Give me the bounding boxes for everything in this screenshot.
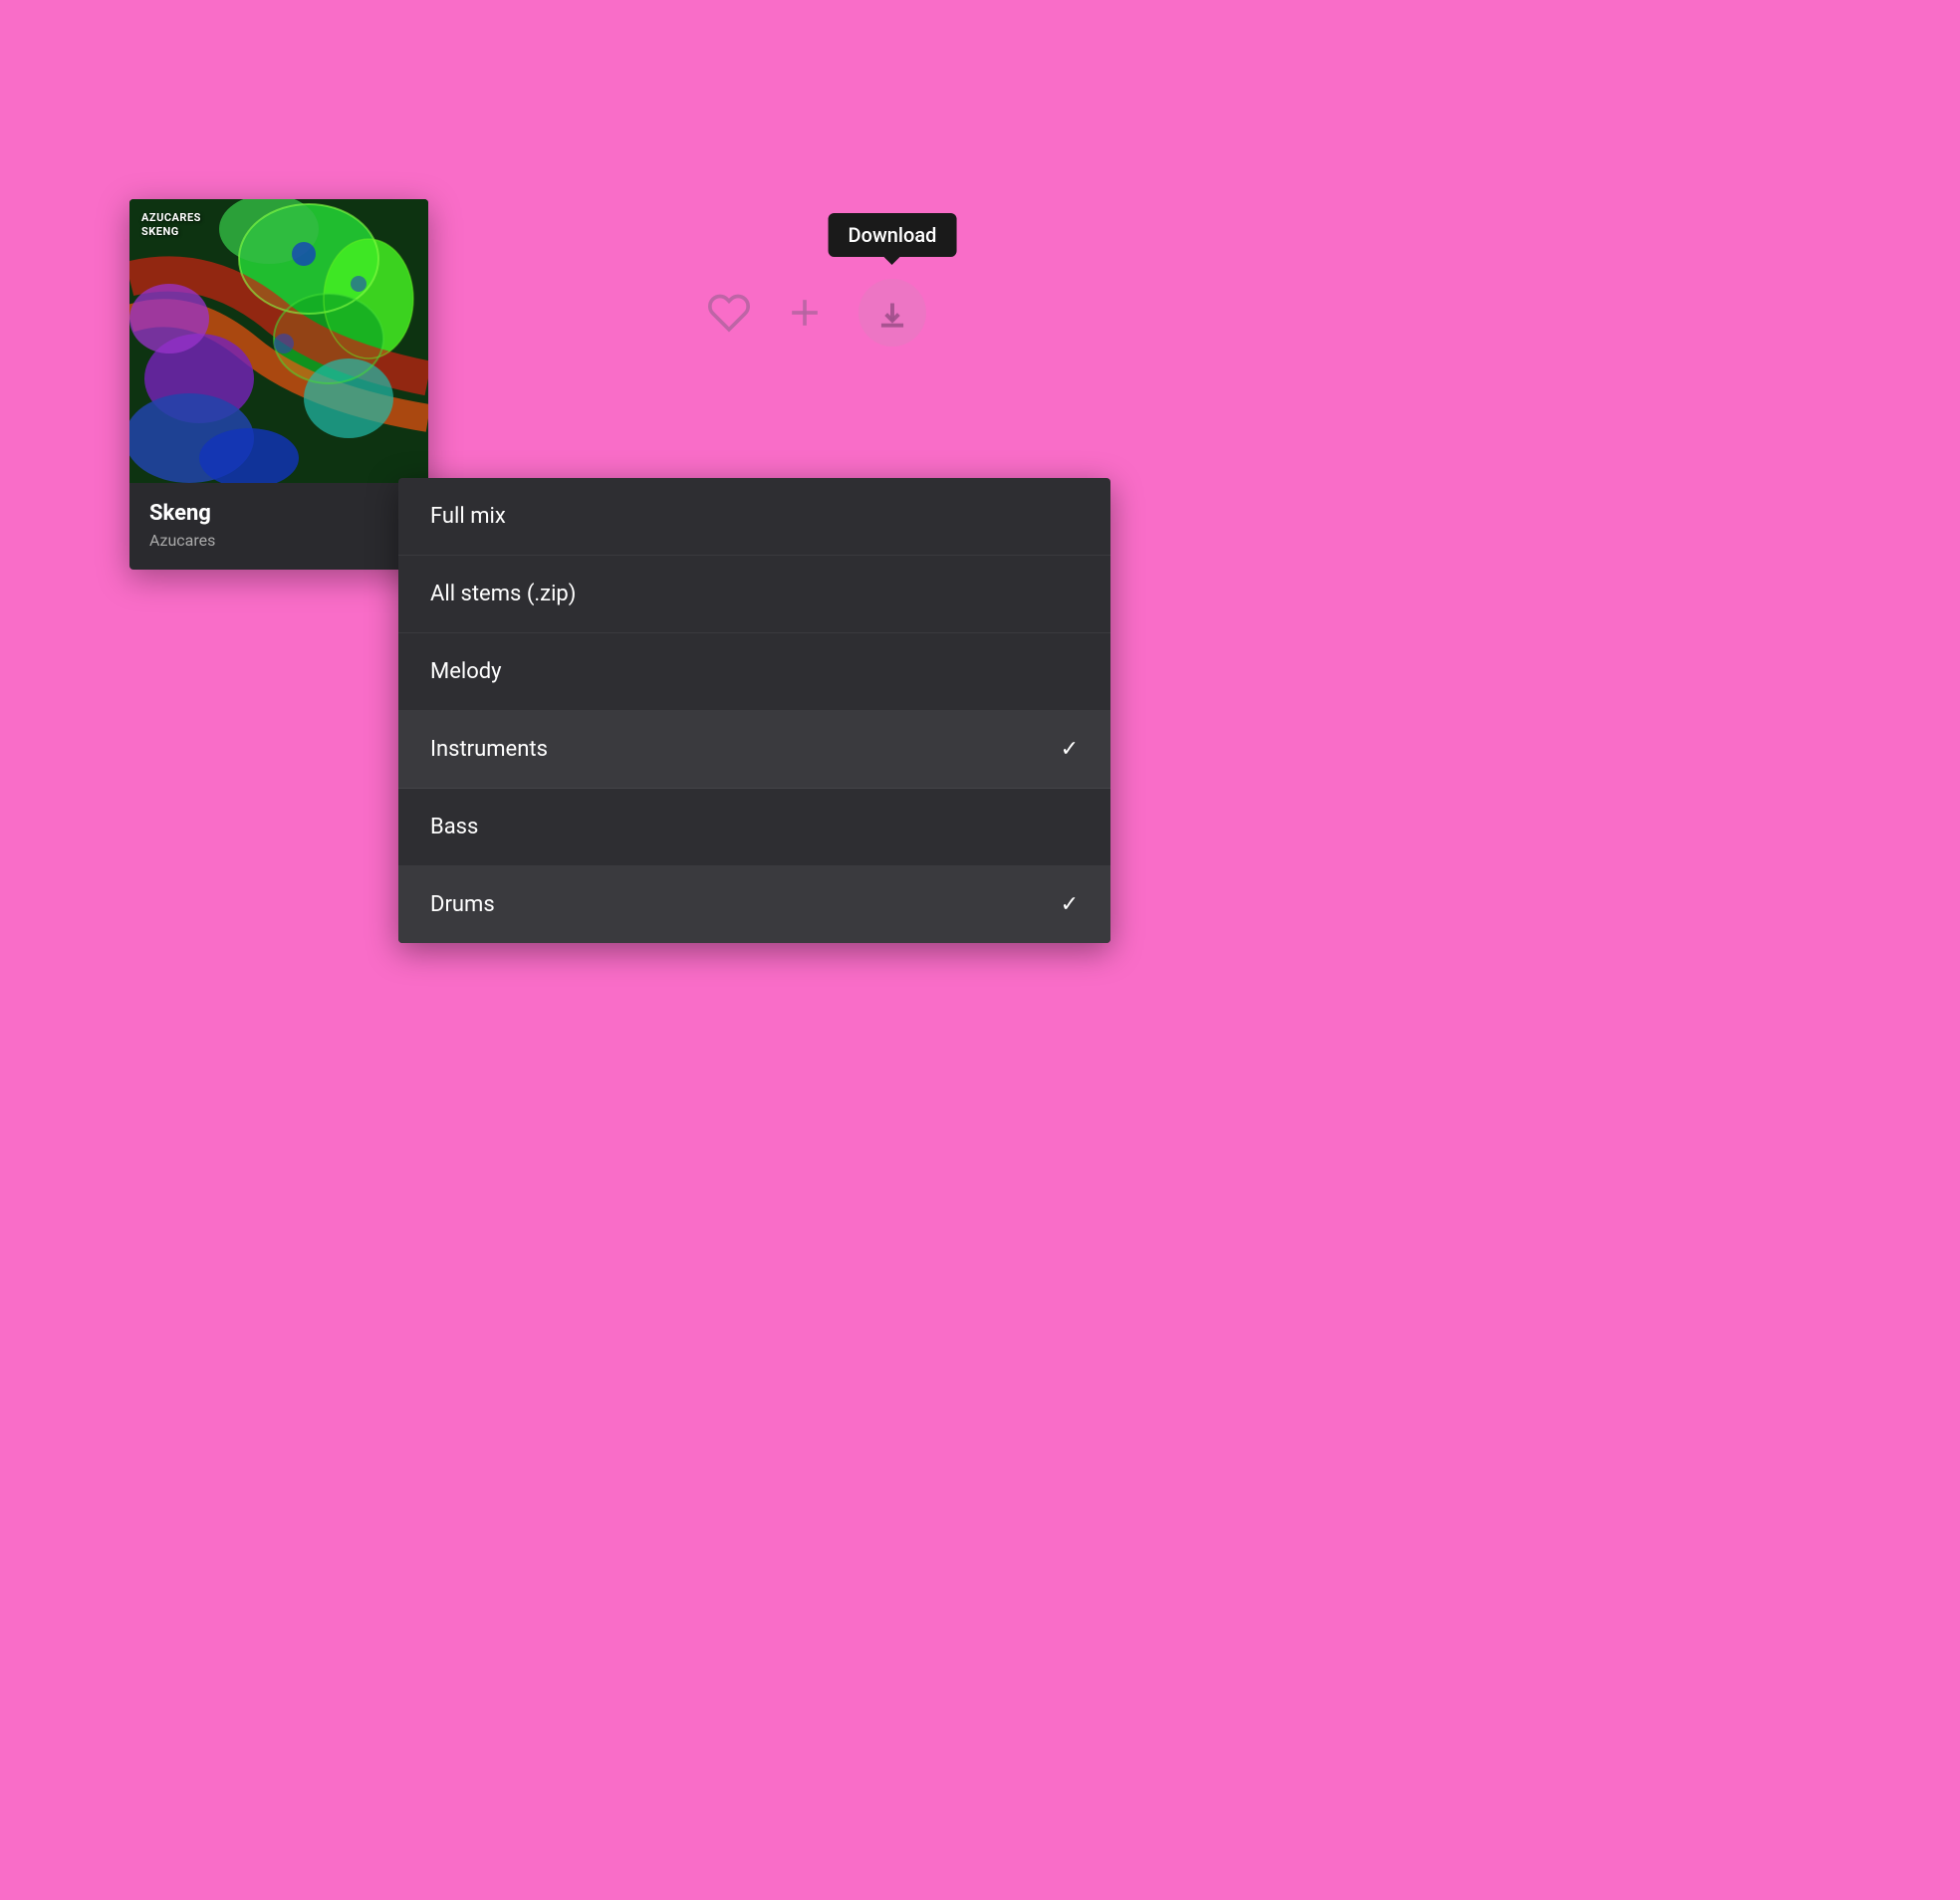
download-icon bbox=[873, 294, 911, 332]
drums-check-icon: ✓ bbox=[1061, 892, 1079, 917]
menu-item-drums[interactable]: Drums ✓ bbox=[398, 866, 1110, 943]
album-art: AZUCARES SKENG bbox=[129, 199, 428, 483]
actions-area: Download bbox=[707, 279, 926, 347]
download-dropdown: Full mix All stems (.zip) Melody Instrum… bbox=[398, 478, 1110, 943]
heart-icon bbox=[707, 291, 751, 335]
plus-icon bbox=[783, 291, 827, 335]
menu-item-instruments[interactable]: Instruments ✓ bbox=[398, 711, 1110, 789]
album-label: AZUCARES SKENG bbox=[141, 211, 201, 240]
track-title: Skeng bbox=[149, 501, 408, 526]
menu-item-melody[interactable]: Melody bbox=[398, 633, 1110, 711]
track-artist: Azucares bbox=[149, 531, 408, 550]
menu-item-all-stems[interactable]: All stems (.zip) bbox=[398, 556, 1110, 633]
instruments-check-icon: ✓ bbox=[1061, 737, 1079, 762]
card-area: AZUCARES SKENG Skeng Azucares bbox=[129, 199, 1076, 570]
track-card: AZUCARES SKENG Skeng Azucares bbox=[129, 199, 428, 570]
add-button[interactable] bbox=[783, 291, 827, 335]
album-art-svg bbox=[129, 199, 428, 483]
album-art-canvas bbox=[129, 199, 428, 483]
menu-item-full-mix[interactable]: Full mix bbox=[398, 478, 1110, 556]
download-button[interactable]: Download bbox=[858, 279, 926, 347]
menu-item-bass[interactable]: Bass bbox=[398, 789, 1110, 866]
track-info: Skeng Azucares bbox=[129, 483, 428, 570]
like-button[interactable] bbox=[707, 291, 751, 335]
main-container: AZUCARES SKENG Skeng Azucares bbox=[129, 199, 1076, 570]
download-tooltip: Download bbox=[829, 213, 957, 257]
